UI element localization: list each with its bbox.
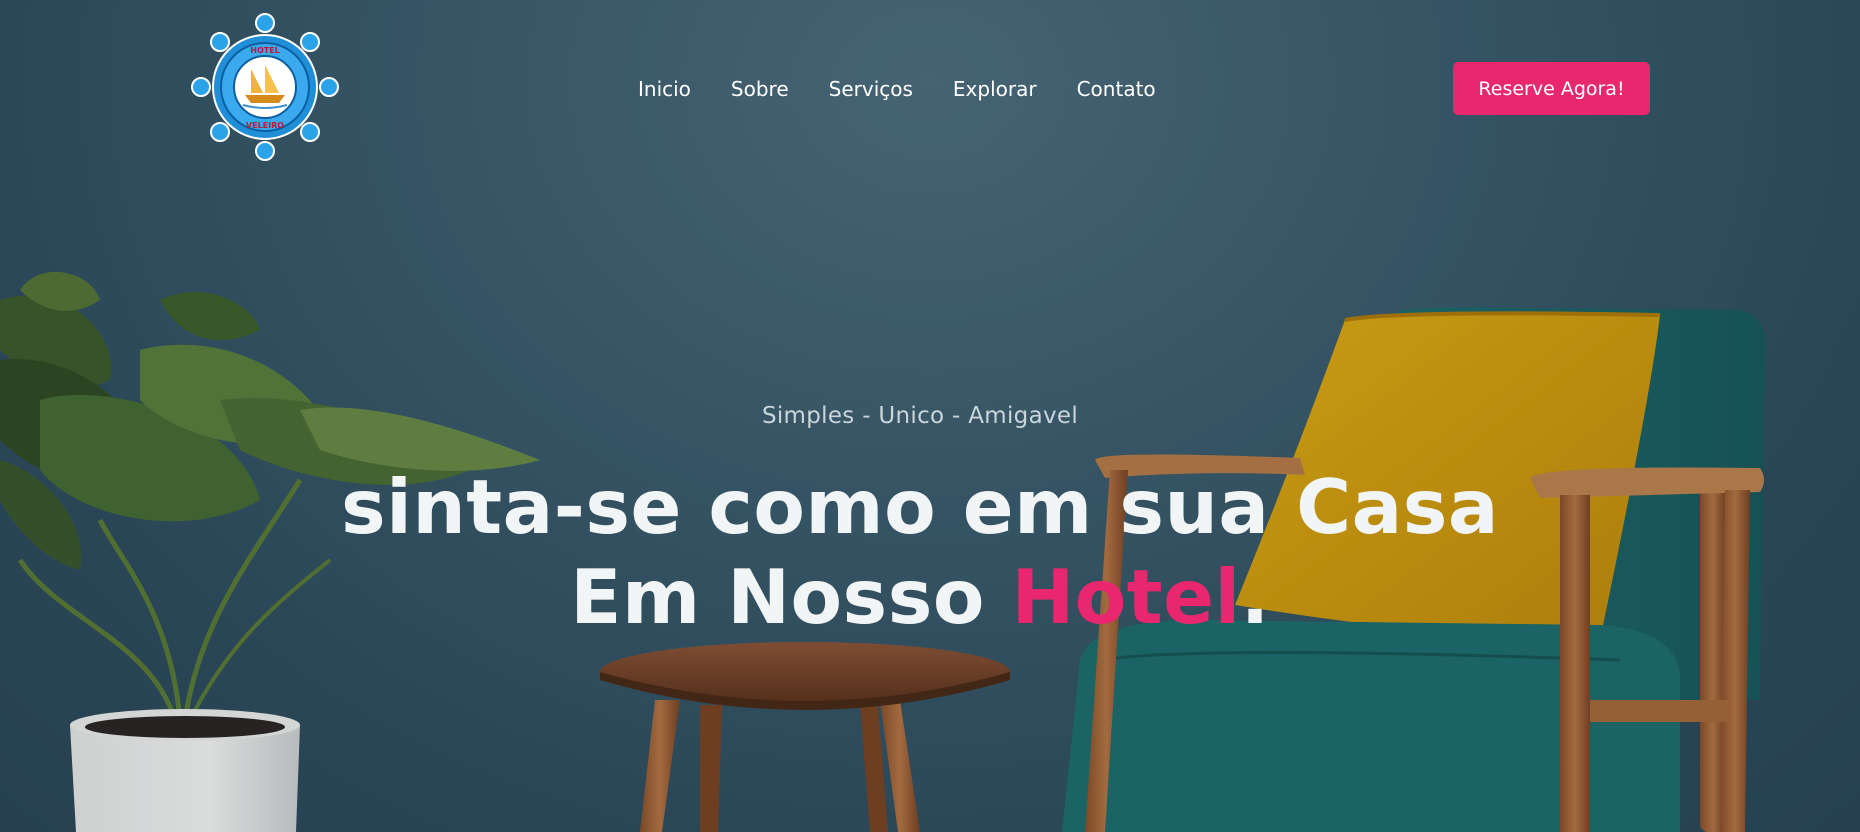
ship-wheel-logo[interactable]: HOTEL VELEIRO — [190, 12, 340, 162]
reserve-now-button[interactable]: Reserve Agora! — [1453, 62, 1650, 115]
hero-tagline: Simples - Unico - Amigavel — [761, 403, 1079, 429]
hero-headline: sinta-se como em sua Casa Em Nosso Hotel… — [0, 462, 1840, 642]
nav-item-contato[interactable]: Contato — [1077, 72, 1156, 106]
main-nav: Inicio Sobre Serviços Explorar Contato — [638, 72, 1156, 106]
hero-headline-prefix: Em Nosso — [570, 553, 1012, 641]
hero-headline-line2: Em Nosso Hotel. — [0, 552, 1840, 642]
nav-item-inicio[interactable]: Inicio — [638, 72, 691, 106]
nav-item-servicos[interactable]: Serviços — [829, 72, 913, 106]
hero-page: HOTEL VELEIRO Inicio Sobre Serviços Expl… — [0, 0, 1860, 832]
svg-text:VELEIRO: VELEIRO — [246, 121, 284, 130]
hero-headline-line1: sinta-se como em sua Casa — [340, 463, 1499, 551]
svg-text:HOTEL: HOTEL — [250, 46, 280, 55]
hero-headline-suffix: . — [1240, 553, 1270, 641]
hero-headline-accent: Hotel — [1011, 553, 1241, 641]
nav-item-explorar[interactable]: Explorar — [953, 72, 1037, 106]
nav-item-sobre[interactable]: Sobre — [731, 72, 789, 106]
